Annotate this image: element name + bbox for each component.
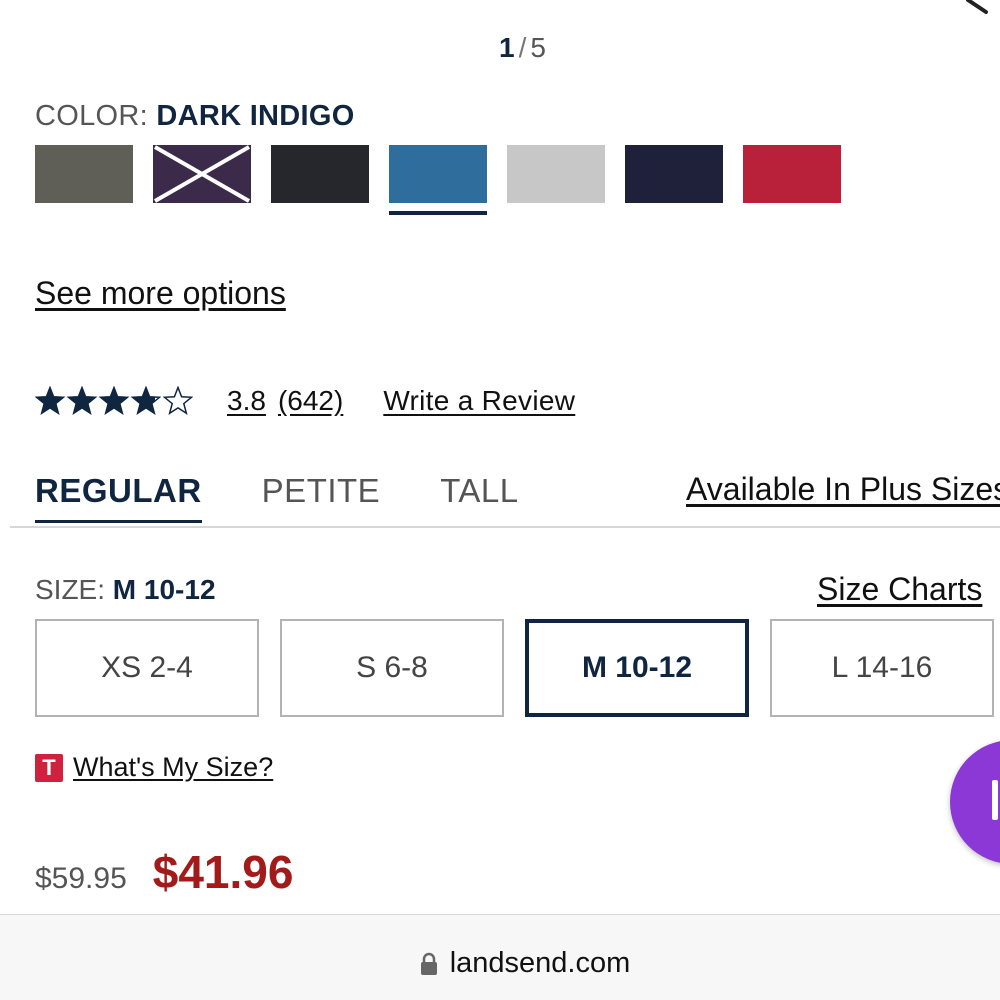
swatch-fill: [743, 145, 841, 203]
whats-my-size[interactable]: T What's My Size?: [35, 752, 273, 783]
star-icon: [99, 386, 129, 415]
size-button-l[interactable]: L 14-16: [770, 619, 994, 717]
browser-address-bar[interactable]: landsend.com: [0, 914, 1000, 1000]
color-label: COLOR: DARK INDIGO: [35, 100, 355, 133]
size-button-xs[interactable]: XS 2-4: [35, 619, 259, 717]
star-icon: [163, 386, 193, 415]
original-price: $59.95: [35, 862, 127, 895]
swatch-fill: [271, 145, 369, 203]
swatch-fill: [35, 145, 133, 203]
address-url[interactable]: landsend.com: [0, 947, 1000, 980]
rating-count[interactable]: (642): [278, 385, 343, 417]
pager-current: 1: [499, 32, 515, 63]
fit-tabs: REGULAR PETITE TALL: [35, 472, 579, 523]
swatch-fill: [389, 145, 487, 203]
swatch-fill: [625, 145, 723, 203]
pager-total: 5: [530, 32, 546, 63]
tab-petite[interactable]: PETITE: [262, 472, 381, 523]
whats-my-size-link[interactable]: What's My Size?: [73, 752, 273, 783]
tab-regular[interactable]: REGULAR: [35, 472, 202, 523]
see-more-options-link[interactable]: See more options: [35, 275, 286, 312]
color-swatches: [35, 145, 841, 215]
size-charts-link[interactable]: Size Charts: [817, 571, 982, 608]
star-icon: [35, 386, 65, 415]
star-icon: [67, 386, 97, 415]
size-label-prefix: SIZE:: [35, 574, 106, 605]
write-review-link[interactable]: Write a Review: [383, 385, 575, 417]
selected-swatch-indicator: [389, 211, 487, 215]
size-label: SIZE: M 10-12: [35, 574, 216, 606]
color-swatch-black[interactable]: [271, 145, 369, 203]
color-swatch-blue[interactable]: [389, 145, 487, 215]
search-icon[interactable]: [964, 0, 994, 16]
true-fit-icon: T: [35, 753, 63, 782]
image-pager: 1/5: [0, 32, 1000, 64]
plus-sizes-link[interactable]: Available In Plus Sizes: [686, 471, 1000, 508]
product-options-page: 1/5 COLOR: DARK INDIGO See more options …: [0, 0, 1000, 1000]
lock-icon: [420, 952, 437, 975]
color-swatch-navy[interactable]: [625, 145, 723, 203]
pager-separator: /: [518, 32, 527, 63]
color-swatch-gray-heather[interactable]: [35, 145, 133, 203]
rating-row: 3.8 (642) Write a Review: [35, 385, 575, 417]
color-label-prefix: COLOR:: [35, 100, 148, 132]
size-button-m[interactable]: M 10-12: [525, 619, 749, 717]
swatch-fill: [153, 145, 251, 203]
swatch-fill: [507, 145, 605, 203]
size-button-s[interactable]: S 6-8: [280, 619, 504, 717]
color-swatch-purple[interactable]: [153, 145, 251, 203]
size-options: XS 2-4 S 6-8 M 10-12 L 14-16: [35, 619, 994, 717]
sale-price: $41.96: [152, 846, 294, 898]
size-selected-value: M 10-12: [112, 574, 216, 605]
chat-icon: [992, 780, 998, 820]
tabs-divider: [10, 526, 1000, 528]
star-icon: [131, 386, 161, 415]
tab-tall[interactable]: TALL: [440, 472, 518, 523]
rating-value[interactable]: 3.8: [227, 385, 266, 417]
color-selected-value: DARK INDIGO: [156, 100, 355, 132]
rating-stars: [35, 386, 193, 416]
color-swatch-light-gray-heather[interactable]: [507, 145, 605, 203]
color-swatch-red[interactable]: [743, 145, 841, 203]
price: $59.95 $41.96: [35, 845, 293, 899]
url-text: landsend.com: [449, 947, 631, 979]
chat-button[interactable]: [950, 740, 1000, 864]
